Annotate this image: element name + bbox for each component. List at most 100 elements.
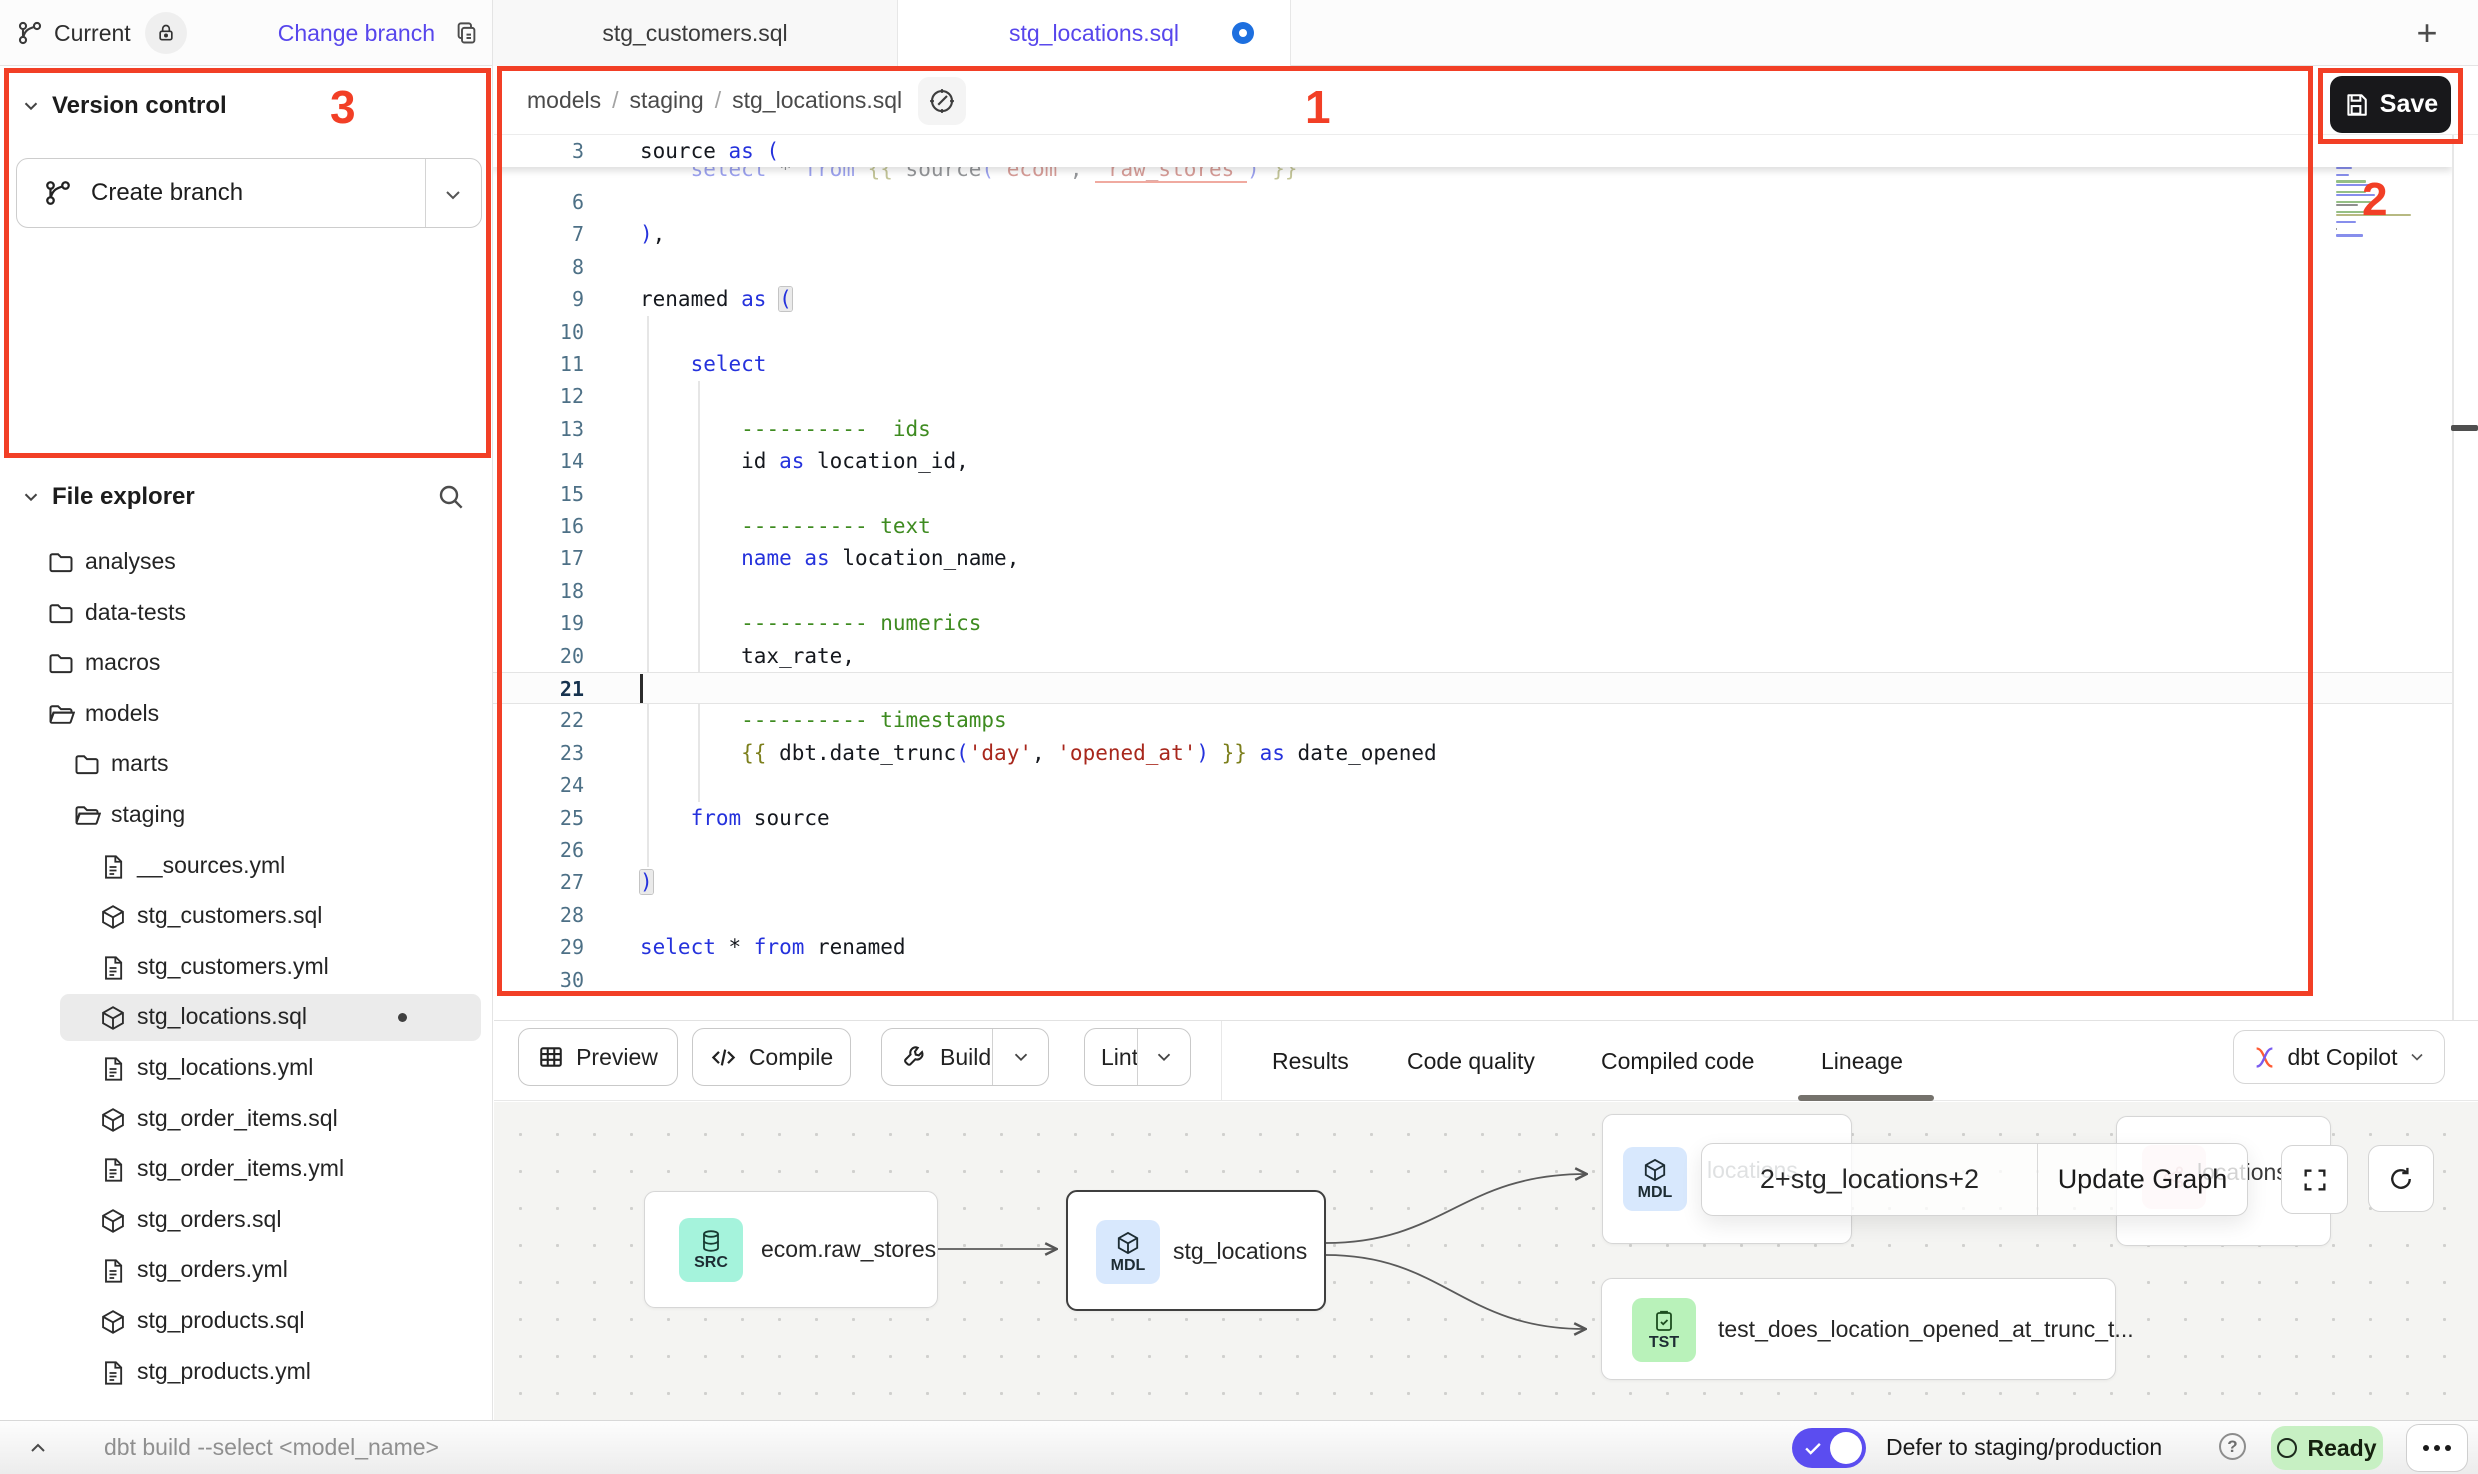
code-line-11[interactable]: 11 select — [493, 348, 2452, 380]
code-line-24[interactable]: 24 — [493, 769, 2452, 801]
code-line-16[interactable]: 16 ---------- text — [493, 510, 2452, 542]
model-icon — [99, 903, 127, 931]
code-line-17[interactable]: 17 name as location_name, — [493, 542, 2452, 574]
save-button[interactable]: Save — [2330, 76, 2451, 133]
code-line-27[interactable]: 27) — [493, 866, 2452, 898]
help-icon[interactable]: ? — [2219, 1433, 2246, 1460]
line-number: 12 — [493, 380, 597, 412]
folder-open-icon — [73, 802, 101, 830]
code-editor[interactable]: 3source as ( select * from {{ source('ec… — [493, 135, 2452, 1020]
file-tree-item-stg-products-sql[interactable]: stg_products.sql — [0, 1296, 493, 1347]
tab-stg-locations[interactable]: stg_locations.sql — [898, 0, 1291, 66]
code-line-10[interactable]: 10 — [493, 316, 2452, 348]
file-tree-item-stg-order-items-sql[interactable]: stg_order_items.sql — [0, 1094, 493, 1145]
file-tree-item-stg-customers-sql[interactable]: stg_customers.sql — [0, 891, 493, 942]
chevron-down-icon — [1010, 1046, 1032, 1068]
lineage-filter-input[interactable]: 2+stg_locations+2 — [1702, 1144, 2038, 1215]
model-badge: MDL — [1623, 1147, 1687, 1211]
more-options-button[interactable] — [2406, 1424, 2468, 1472]
code-line-19[interactable]: 19 ---------- numerics — [493, 607, 2452, 639]
code-line-29[interactable]: 29select * from renamed — [493, 931, 2452, 963]
file-tree-item-stg-orders-sql[interactable]: stg_orders.sql — [0, 1195, 493, 1246]
dbt-copilot-button[interactable]: dbt Copilot — [2233, 1030, 2445, 1084]
code-line-8[interactable]: 8 — [493, 251, 2452, 283]
code-line-6[interactable]: 6 — [493, 186, 2452, 218]
chevron-up-icon[interactable] — [26, 1436, 50, 1460]
version-control-header[interactable]: Version control — [0, 84, 493, 128]
file-tree-item-stg-products-yml[interactable]: stg_products.yml — [0, 1347, 493, 1398]
build-dropdown[interactable] — [993, 1029, 1048, 1085]
compass-icon-button[interactable] — [918, 77, 966, 125]
breadcrumb-segment[interactable]: stg_locations.sql — [732, 87, 902, 114]
tab-compiled-code[interactable]: Compiled code — [1601, 1021, 1754, 1101]
file-tree-item-analyses[interactable]: analyses — [0, 537, 493, 588]
code-line-15[interactable]: 15 — [493, 478, 2452, 510]
preview-button[interactable]: Preview — [518, 1028, 678, 1086]
line-number: 15 — [493, 478, 597, 510]
file-tree-item-stg-order-items-yml[interactable]: stg_order_items.yml — [0, 1144, 493, 1195]
code-line-21[interactable]: 21 — [493, 672, 2452, 704]
file-name: data-tests — [85, 599, 186, 626]
tab-code-quality[interactable]: Code quality — [1407, 1021, 1535, 1101]
file-tree-item-stg-customers-yml[interactable]: stg_customers.yml — [0, 942, 493, 993]
file-tree-item-marts[interactable]: marts — [0, 739, 493, 790]
file-tree-item-stg-locations-yml[interactable]: stg_locations.yml — [0, 1043, 493, 1094]
code-line-20[interactable]: 20 tax_rate, — [493, 640, 2452, 672]
compile-button[interactable]: Compile — [692, 1028, 851, 1086]
chevron-down-icon — [20, 95, 42, 117]
lint-dropdown[interactable] — [1138, 1029, 1190, 1085]
code-line-26[interactable]: 26 — [493, 834, 2452, 866]
file-tree-item-models[interactable]: models — [0, 689, 493, 740]
file-tree-item-stg-locations-sql[interactable]: stg_locations.sql — [0, 992, 493, 1043]
code-line-25[interactable]: 25 from source — [493, 802, 2452, 834]
minimap-line — [2336, 214, 2411, 216]
file-tree-item--sources-yml[interactable]: __sources.yml — [0, 841, 493, 892]
code-line-12[interactable]: 12 — [493, 380, 2452, 412]
line-number: 23 — [493, 737, 597, 769]
file-explorer-header[interactable]: File explorer — [0, 475, 493, 519]
ready-label: Ready — [2307, 1435, 2376, 1462]
scrollbar-handle[interactable] — [2451, 425, 2478, 431]
code-line-22[interactable]: 22 ---------- timestamps — [493, 704, 2452, 736]
search-icon[interactable] — [435, 481, 467, 513]
change-branch-link[interactable]: Change branch — [278, 20, 435, 47]
code-line-23[interactable]: 23 {{ dbt.date_trunc('day', 'opened_at')… — [493, 737, 2452, 769]
tab-lineage[interactable]: Lineage — [1821, 1021, 1903, 1101]
code-line-18[interactable]: 18 — [493, 575, 2452, 607]
code-line-3[interactable]: 3source as ( — [493, 135, 2452, 167]
code-line-13[interactable]: 13 ---------- ids — [493, 413, 2452, 445]
refresh-button[interactable] — [2368, 1145, 2434, 1212]
breadcrumb-segment[interactable]: models — [527, 87, 601, 114]
update-graph-button[interactable]: Update Graph — [2038, 1144, 2247, 1215]
lint-button[interactable]: Lint — [1084, 1028, 1191, 1086]
code-line-5[interactable]: select * from {{ source('ecom', 'raw_sto… — [493, 167, 2452, 187]
chevron-down-icon — [1153, 1046, 1175, 1068]
code-line-7[interactable]: 7), — [493, 218, 2452, 250]
tab-stg-customers[interactable]: stg_customers.sql — [493, 0, 898, 66]
lineage-node-ecom-raw-stores[interactable]: SRC ecom.raw_stores — [644, 1191, 938, 1308]
file-tree-item-macros[interactable]: macros — [0, 638, 493, 689]
copy-icon[interactable] — [453, 20, 480, 47]
build-button[interactable]: Build — [881, 1028, 1049, 1086]
code-line-14[interactable]: 14 id as location_id, — [493, 445, 2452, 477]
breadcrumb-segment[interactable]: staging — [630, 87, 704, 114]
minimap-line — [2336, 221, 2356, 223]
file-tree-item-data-tests[interactable]: data-tests — [0, 588, 493, 639]
tab-results[interactable]: Results — [1272, 1021, 1349, 1101]
line-number: 13 — [493, 413, 597, 445]
create-branch-button[interactable]: Create branch — [16, 158, 482, 228]
lineage-node-test[interactable]: TST test_does_location_opened_at_trunc_t… — [1601, 1278, 2116, 1380]
new-tab-button[interactable]: + — [2406, 12, 2448, 54]
lineage-node-stg-locations[interactable]: MDL stg_locations — [1066, 1190, 1326, 1311]
chevron-down-icon[interactable] — [441, 183, 465, 207]
code-line-30[interactable]: 30 — [493, 964, 2452, 996]
lineage-canvas[interactable]: MDL locations locations SRC ecom.raw_sto… — [494, 1102, 2478, 1421]
file-tree-item-staging[interactable]: staging — [0, 790, 493, 841]
status-bar: dbt build --select <model_name> Defer to… — [0, 1420, 2478, 1474]
command-input[interactable]: dbt build --select <model_name> — [104, 1434, 439, 1461]
code-line-9[interactable]: 9renamed as ( — [493, 283, 2452, 315]
fullscreen-button[interactable] — [2281, 1145, 2348, 1214]
code-line-28[interactable]: 28 — [493, 899, 2452, 931]
file-tree-item-stg-orders-yml[interactable]: stg_orders.yml — [0, 1245, 493, 1296]
defer-toggle[interactable] — [1792, 1428, 1866, 1468]
